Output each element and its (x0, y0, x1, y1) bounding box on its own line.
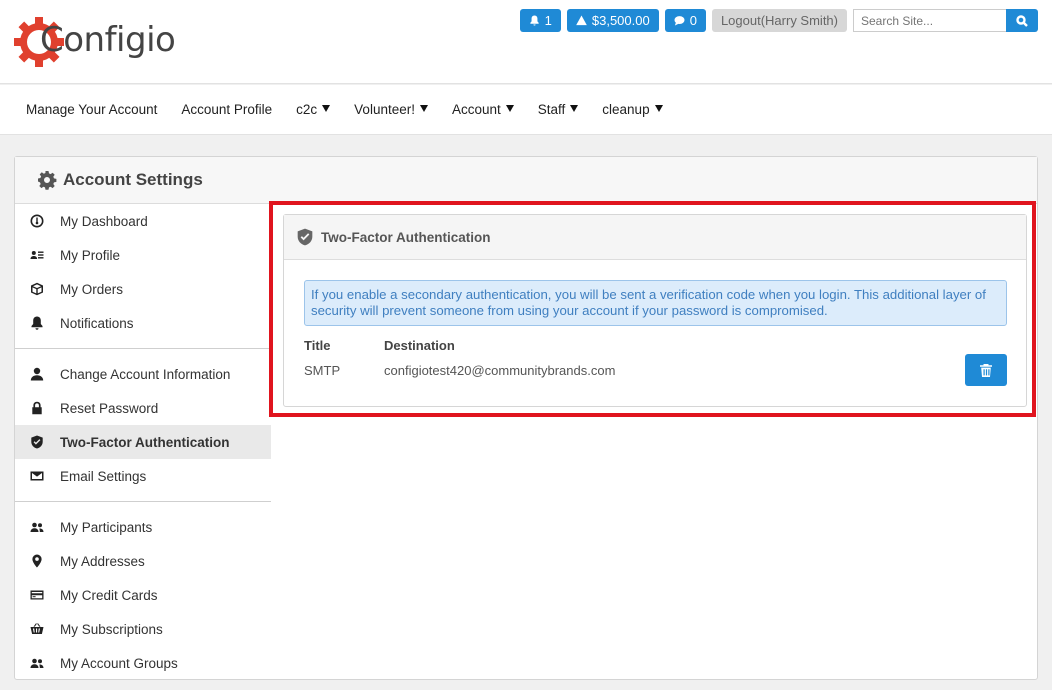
sidebar-item-label: My Account Groups (60, 655, 178, 671)
row-title: SMTP (304, 363, 341, 378)
gear-icon (38, 171, 57, 190)
sidebar-item-label: My Dashboard (60, 213, 148, 229)
sidebar-item-label: Reset Password (60, 400, 159, 416)
logout-button[interactable]: Logout(Harry Smith) (711, 9, 847, 32)
warning-triangle-icon (576, 15, 587, 26)
caret-down-icon (570, 105, 579, 112)
card-title: Two-Factor Authentication (321, 229, 491, 245)
search-input[interactable] (853, 9, 1006, 32)
table-row: SMTP configiotest420@communitybrands.com (304, 363, 615, 378)
caret-down-icon (322, 105, 331, 112)
nav-label: Account (451, 102, 501, 117)
credit-card-icon (29, 587, 45, 603)
sidebar-item-notifications[interactable]: Notifications (15, 306, 271, 340)
column-destination: Destination (384, 338, 455, 353)
panel-header: Account Settings (15, 157, 1037, 204)
profile-card-icon (29, 247, 45, 263)
sidebar-item-label: Notifications (60, 315, 134, 331)
shield-icon (29, 434, 45, 450)
card-header: Two-Factor Authentication (284, 215, 1026, 260)
sidebar-divider (15, 348, 271, 349)
two-factor-card: Two-Factor Authentication If you enable … (283, 214, 1027, 407)
nav-label: Volunteer! (354, 102, 415, 117)
caret-down-icon (654, 105, 663, 112)
nav-volunteer[interactable]: Volunteer! (354, 102, 428, 117)
nav-staff[interactable]: Staff (538, 102, 579, 117)
trash-icon (979, 363, 992, 377)
sidebar-item-my-addresses[interactable]: My Addresses (15, 544, 271, 578)
search-button[interactable] (1006, 9, 1038, 32)
sidebar-item-label: My Participants (60, 519, 153, 535)
balance-button[interactable]: $3,500.00 (566, 9, 659, 32)
sidebar-item-label: My Addresses (60, 553, 145, 569)
nav-account[interactable]: Account (452, 102, 514, 117)
sidebar-divider (15, 501, 271, 502)
settings-sidebar: My Dashboard My Profile My Orders Notifi… (15, 204, 271, 680)
sidebar-item-my-account-groups[interactable]: My Account Groups (15, 646, 271, 680)
bell-icon (29, 315, 45, 331)
sidebar-item-label: My Subscriptions (60, 621, 163, 637)
sidebar-item-my-orders[interactable]: My Orders (15, 272, 271, 306)
sidebar-item-my-dashboard[interactable]: My Dashboard (15, 204, 271, 238)
caret-down-icon (505, 105, 514, 112)
logo[interactable]: Configio (12, 14, 176, 70)
map-pin-icon (29, 553, 45, 569)
logo-text: Configio (40, 20, 176, 60)
messages-button[interactable]: 0 (664, 9, 706, 32)
alerts-button[interactable]: 1 (519, 9, 561, 32)
sidebar-item-reset-password[interactable]: Reset Password (15, 391, 271, 425)
sidebar-item-email-settings[interactable]: Email Settings (15, 459, 271, 493)
basket-icon (29, 621, 45, 637)
sidebar-item-change-account-information[interactable]: Change Account Information (15, 357, 271, 391)
main-nav: Manage Your Account Account Profile c2c … (0, 85, 1052, 135)
lock-icon (29, 400, 45, 416)
sidebar-item-label: Email Settings (60, 468, 147, 484)
search-icon (1016, 14, 1028, 27)
sidebar-item-label: My Profile (60, 247, 121, 263)
nav-label: cleanup (602, 102, 650, 117)
top-utility-bar: 1 $3,500.00 0 Logout(Harry Smith) (519, 9, 1038, 32)
nav-cleanup[interactable]: cleanup (602, 102, 663, 117)
sidebar-item-my-subscriptions[interactable]: My Subscriptions (15, 612, 271, 646)
site-header: Configio 1 $3,500.00 0 Logout(Harry Smit… (0, 0, 1052, 84)
nav-c2c[interactable]: c2c (296, 102, 331, 117)
nav-manage-your-account[interactable]: Manage Your Account (26, 102, 157, 117)
nav-label: Manage Your Account (26, 102, 158, 117)
caret-down-icon (419, 105, 428, 112)
sidebar-item-two-factor-authentication[interactable]: Two-Factor Authentication (15, 425, 271, 459)
nav-label: Staff (537, 102, 566, 117)
sidebar-item-my-credit-cards[interactable]: My Credit Cards (15, 578, 271, 612)
site-search (853, 9, 1038, 32)
bell-icon (530, 15, 539, 26)
alerts-count: 1 (544, 13, 552, 28)
dashboard-icon (29, 213, 45, 229)
chat-bubble-icon (674, 16, 685, 26)
nav-label: c2c (296, 102, 318, 117)
sidebar-item-my-profile[interactable]: My Profile (15, 238, 271, 272)
info-alert: If you enable a secondary authentication… (304, 280, 1007, 326)
group-icon (29, 655, 45, 671)
box-icon (29, 281, 45, 297)
users-icon (29, 519, 45, 535)
sidebar-item-label: Two-Factor Authentication (60, 434, 230, 450)
nav-account-profile[interactable]: Account Profile (181, 102, 272, 117)
sidebar-item-label: My Orders (60, 281, 124, 297)
messages-count: 0 (689, 13, 697, 28)
sidebar-item-label: My Credit Cards (60, 587, 158, 603)
table-header: Title Destination (304, 338, 455, 353)
nav-label: Account Profile (181, 102, 273, 117)
envelope-icon (29, 468, 45, 484)
row-destination: configiotest420@communitybrands.com (384, 363, 616, 378)
balance-amount: $3,500.00 (591, 13, 650, 28)
column-title: Title (304, 338, 331, 353)
delete-button[interactable] (965, 354, 1007, 386)
sidebar-item-label: Change Account Information (60, 366, 231, 382)
shield-icon (297, 228, 313, 246)
sidebar-item-my-participants[interactable]: My Participants (15, 510, 271, 544)
page-title: Account Settings (63, 170, 203, 189)
user-icon (29, 366, 45, 382)
